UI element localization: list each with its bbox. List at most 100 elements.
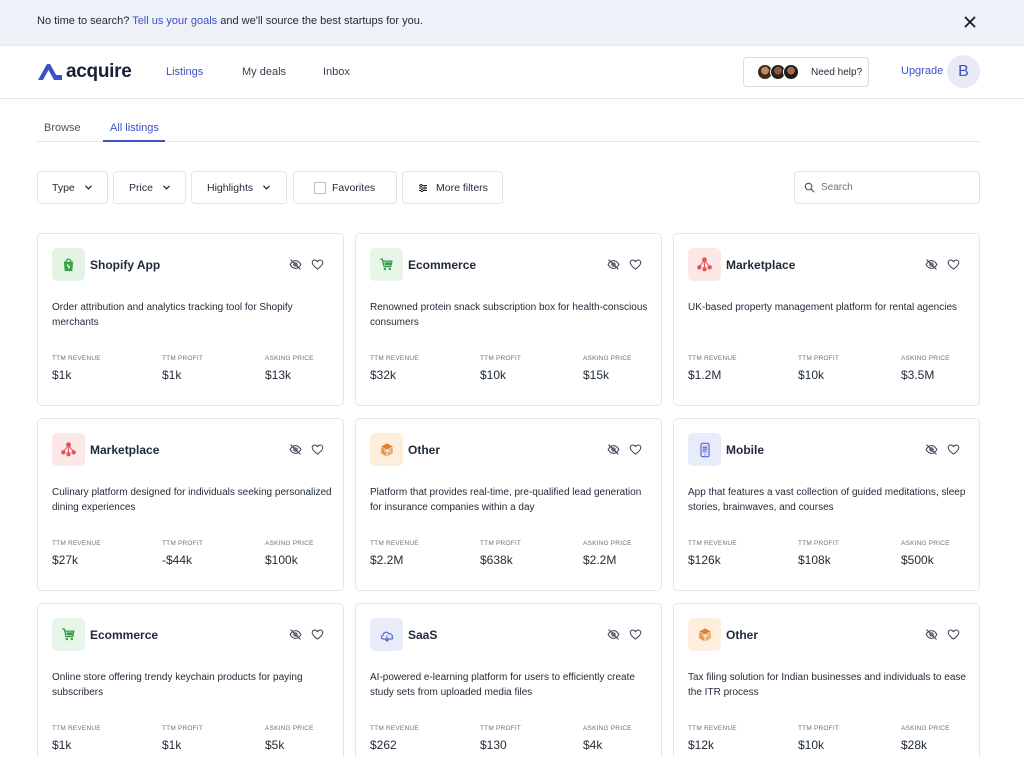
asking-price-value: $4k bbox=[583, 738, 603, 752]
ttm-revenue-value: $2.2M bbox=[370, 553, 404, 567]
hide-listing-icon[interactable] bbox=[925, 628, 938, 641]
favorite-heart-icon[interactable] bbox=[629, 443, 642, 456]
ttm-profit-value: $1k bbox=[162, 368, 182, 382]
hide-listing-icon[interactable] bbox=[289, 258, 302, 271]
more-filters-button[interactable]: More filters bbox=[402, 171, 503, 204]
hide-listing-icon[interactable] bbox=[925, 258, 938, 271]
hide-listing-icon[interactable] bbox=[289, 628, 302, 641]
asking-price-value: $13k bbox=[265, 368, 292, 382]
asking-price-label: ASKING PRICE bbox=[901, 540, 950, 547]
ttm-profit-label: TTM PROFIT bbox=[162, 540, 203, 547]
ttm-revenue-value: $1k bbox=[52, 738, 72, 752]
hide-listing-icon[interactable] bbox=[607, 258, 620, 271]
mobile-phone-icon bbox=[688, 433, 721, 466]
listing-card[interactable]: Shopify App Order attribution and analyt… bbox=[37, 233, 344, 406]
brand-logo[interactable]: acquire bbox=[37, 61, 132, 82]
listing-description: UK-based property management platform fo… bbox=[688, 302, 958, 313]
hide-listing-icon[interactable] bbox=[289, 443, 302, 456]
ttm-revenue: TTM REVENUE $262 bbox=[370, 725, 419, 752]
price-filter-button[interactable]: Price bbox=[113, 171, 186, 204]
listing-card[interactable]: Other Platform that provides real-time, … bbox=[355, 418, 662, 591]
ttm-profit: TTM PROFIT $1k bbox=[162, 725, 203, 752]
hide-listing-icon[interactable] bbox=[607, 628, 620, 641]
nav-inbox[interactable]: Inbox bbox=[323, 66, 350, 78]
upgrade-link[interactable]: Upgrade bbox=[901, 65, 943, 77]
listing-card[interactable]: Marketplace Culinary platform designed f… bbox=[37, 418, 344, 591]
asking-price-label: ASKING PRICE bbox=[583, 355, 632, 362]
ttm-revenue-label: TTM REVENUE bbox=[688, 540, 737, 547]
type-filter-button[interactable]: Type bbox=[37, 171, 108, 204]
listing-category: Mobile bbox=[726, 443, 764, 457]
listing-card[interactable]: Ecommerce Online store offering trendy k… bbox=[37, 603, 344, 757]
ttm-profit-value: $638k bbox=[480, 553, 513, 567]
ttm-profit-label: TTM PROFIT bbox=[480, 725, 521, 732]
search-icon bbox=[804, 182, 815, 193]
ttm-revenue: TTM REVENUE $32k bbox=[370, 355, 419, 382]
ttm-profit-label: TTM PROFIT bbox=[480, 540, 521, 547]
favorite-heart-icon[interactable] bbox=[947, 258, 960, 271]
favorite-heart-icon[interactable] bbox=[311, 258, 324, 271]
favorite-heart-icon[interactable] bbox=[947, 443, 960, 456]
listing-card[interactable]: Ecommerce Renowned protein snack subscri… bbox=[355, 233, 662, 406]
advisor-avatars bbox=[757, 64, 803, 80]
asking-price: ASKING PRICE $2.2M bbox=[583, 540, 632, 567]
asking-price-value: $100k bbox=[265, 553, 298, 567]
close-icon[interactable] bbox=[962, 14, 978, 30]
ttm-revenue-value: $27k bbox=[52, 553, 79, 567]
chevron-down-icon bbox=[163, 185, 170, 190]
ttm-profit-value: -$44k bbox=[162, 553, 193, 567]
user-avatar[interactable]: B bbox=[947, 55, 980, 88]
listing-card[interactable]: Marketplace UK-based property management… bbox=[673, 233, 980, 406]
search-field[interactable] bbox=[794, 171, 980, 204]
listing-card[interactable]: SaaS AI-powered e-learning platform for … bbox=[355, 603, 662, 757]
search-input[interactable] bbox=[821, 182, 971, 193]
nav-listings[interactable]: Listings bbox=[166, 66, 203, 78]
ttm-profit-value: $108k bbox=[798, 553, 831, 567]
favorite-heart-icon[interactable] bbox=[947, 628, 960, 641]
marketplace-network-icon bbox=[52, 433, 85, 466]
favorites-filter-button[interactable]: Favorites bbox=[293, 171, 397, 204]
acquire-logo-icon bbox=[38, 64, 62, 80]
ttm-profit: TTM PROFIT $108k bbox=[798, 540, 839, 567]
brand-name: acquire bbox=[66, 61, 132, 82]
tab-all-listings[interactable]: All listings bbox=[110, 122, 159, 134]
asking-price: ASKING PRICE $500k bbox=[901, 540, 950, 567]
ttm-revenue: TTM REVENUE $1k bbox=[52, 725, 101, 752]
ttm-revenue: TTM REVENUE $27k bbox=[52, 540, 101, 567]
ttm-profit: TTM PROFIT $1k bbox=[162, 355, 203, 382]
listing-card[interactable]: Mobile App that features a vast collecti… bbox=[673, 418, 980, 591]
shopping-cart-icon bbox=[370, 248, 403, 281]
ttm-profit: TTM PROFIT $10k bbox=[798, 355, 839, 382]
favorite-heart-icon[interactable] bbox=[311, 443, 324, 456]
nav-my-deals[interactable]: My deals bbox=[242, 66, 286, 78]
listing-description: AI-powered e-learning platform for users… bbox=[370, 672, 635, 698]
ttm-revenue: TTM REVENUE $12k bbox=[688, 725, 737, 752]
banner-text-post: and we'll source the best startups for y… bbox=[217, 15, 423, 27]
favorites-checkbox[interactable] bbox=[314, 181, 326, 194]
highlights-filter-button[interactable]: Highlights bbox=[191, 171, 287, 204]
favorite-heart-icon[interactable] bbox=[629, 628, 642, 641]
listing-category: Ecommerce bbox=[90, 628, 159, 642]
listing-category: Other bbox=[408, 443, 441, 457]
ttm-profit: TTM PROFIT $638k bbox=[480, 540, 521, 567]
ttm-revenue-label: TTM REVENUE bbox=[52, 540, 101, 547]
tab-browse[interactable]: Browse bbox=[44, 122, 81, 134]
favorite-heart-icon[interactable] bbox=[311, 628, 324, 641]
ttm-revenue-value: $32k bbox=[370, 368, 397, 382]
ttm-profit-label: TTM PROFIT bbox=[162, 725, 203, 732]
ttm-revenue-value: $1.2M bbox=[688, 368, 722, 382]
listing-description: Tax filing solution for Indian businesse… bbox=[688, 672, 966, 698]
asking-price-label: ASKING PRICE bbox=[901, 725, 950, 732]
listing-card[interactable]: Other Tax filing solution for Indian bus… bbox=[673, 603, 980, 757]
hide-listing-icon[interactable] bbox=[607, 443, 620, 456]
ttm-profit-label: TTM PROFIT bbox=[798, 540, 839, 547]
ttm-revenue-value: $12k bbox=[688, 738, 715, 752]
sliders-icon bbox=[419, 183, 427, 192]
ttm-profit: TTM PROFIT -$44k bbox=[162, 540, 203, 567]
ttm-revenue-label: TTM REVENUE bbox=[370, 355, 419, 362]
hide-listing-icon[interactable] bbox=[925, 443, 938, 456]
need-help-button[interactable]: Need help? bbox=[743, 57, 869, 87]
banner-goals-link[interactable]: Tell us your goals bbox=[132, 15, 217, 27]
ttm-profit-value: $10k bbox=[480, 368, 507, 382]
favorite-heart-icon[interactable] bbox=[629, 258, 642, 271]
